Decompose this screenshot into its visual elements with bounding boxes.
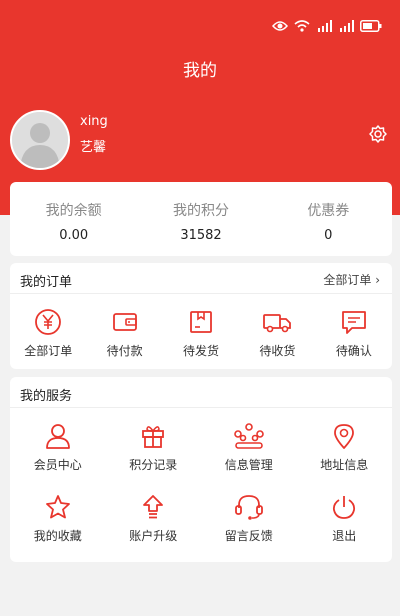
gear-icon [369,125,387,143]
address-info-label: 地址信息 [320,458,369,472]
battery-icon [360,20,382,32]
coupon-stat[interactable]: 优惠券 0 [265,182,392,256]
page-title: 我的 [183,61,217,81]
assets-card: 我的余额 0.00 我的积分 31582 优惠券 0 [10,182,392,256]
gift-icon [142,426,165,448]
favorites-button[interactable]: 我的收藏 [10,473,106,544]
avatar-placeholder-icon [12,112,68,168]
member-center-label: 会员中心 [33,458,82,472]
location-icon [334,424,355,449]
info-manage-button[interactable]: 信息管理 [201,408,297,473]
all-orders-link-label: 全部订单 [323,273,372,287]
balance-stat[interactable]: 我的余额 0.00 [10,182,137,256]
logout-label: 退出 [332,529,357,543]
coupon-value: 0 [324,228,333,243]
services-card: 我的服务 会员中心 积分记录 信息管理 地址信息 我的收藏 账户升级 留言反馈 … [10,377,392,562]
user-icon [45,424,70,449]
info-manage-label: 信息管理 [224,458,273,472]
account-upgrade-label: 账户升级 [129,529,178,543]
order-all-label: 全部订单 [24,344,73,358]
status-bar [272,18,382,34]
feedback-label: 留言反馈 [224,529,273,543]
wifi-icon [294,20,310,32]
points-record-button[interactable]: 积分记录 [106,408,202,473]
order-to-receive-label: 待收货 [259,344,296,358]
orders-card: 我的订单 全部订单 › 全部订单 待付款 待发货 待收货 待确认 [10,263,392,369]
balance-value: 0.00 [59,228,89,243]
points-value: 31582 [180,228,222,243]
logout-button[interactable]: 退出 [297,473,393,544]
signal-4g-icon [340,20,354,32]
order-to-receive-button[interactable]: 待收货 [239,294,315,359]
avatar[interactable] [10,110,70,170]
services-header: 我的服务 [10,377,392,408]
balance-label: 我的余额 [45,203,102,219]
feedback-button[interactable]: 留言反馈 [201,473,297,544]
services-title: 我的服务 [20,389,73,404]
wallet-icon [112,313,137,331]
order-to-ship-button[interactable]: 待发货 [163,294,239,359]
all-orders-link[interactable]: 全部订单 › [323,271,380,288]
order-unpaid-label: 待付款 [106,344,143,358]
username: xing [80,114,108,129]
orders-header: 我的订单 全部订单 › [10,263,392,294]
power-icon [333,496,356,519]
points-stat[interactable]: 我的积分 31582 [137,182,264,256]
order-unpaid-button[interactable]: 待付款 [86,294,162,359]
nickname: 艺馨 [80,140,107,155]
points-label: 我的积分 [172,203,229,219]
box-icon [190,311,212,333]
message-icon [341,311,366,334]
points-record-label: 积分记录 [129,458,178,472]
member-center-button[interactable]: 会员中心 [10,408,106,473]
star-icon [45,495,70,519]
chevron-right-icon: › [375,273,380,287]
signal-5g-icon [318,20,332,32]
upgrade-icon [143,495,164,519]
truck-icon [263,314,292,333]
favorites-label: 我的收藏 [33,529,82,543]
eye-icon [272,21,288,31]
order-to-confirm-button[interactable]: 待确认 [316,294,392,359]
orders-title: 我的订单 [20,275,73,290]
account-upgrade-button[interactable]: 账户升级 [106,473,202,544]
address-info-button[interactable]: 地址信息 [297,408,393,473]
headset-icon [234,495,263,520]
order-to-confirm-label: 待确认 [335,344,372,358]
yen-icon [35,309,62,335]
order-all-button[interactable]: 全部订单 [10,294,86,359]
coupon-label: 优惠券 [307,203,350,219]
order-to-ship-label: 待发货 [183,344,220,358]
settings-button[interactable] [368,124,388,144]
network-icon [233,423,264,449]
